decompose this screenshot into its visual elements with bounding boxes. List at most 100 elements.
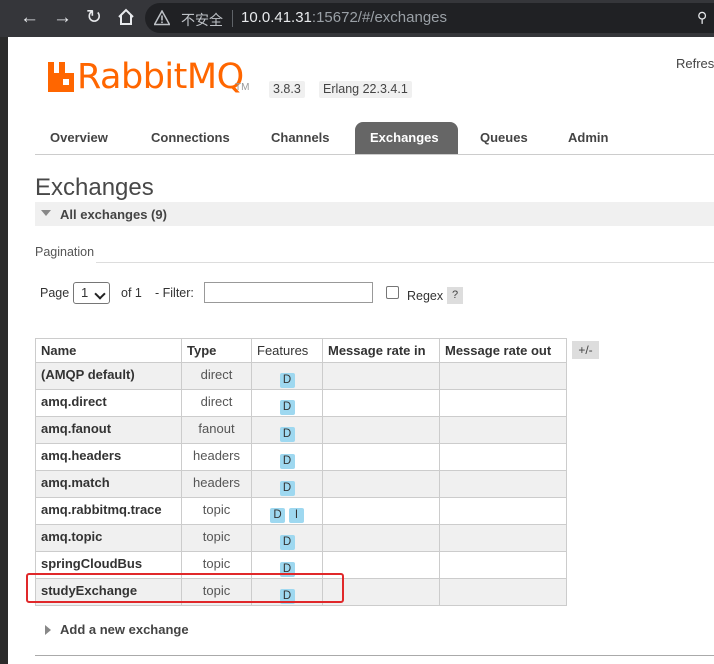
filter-label: - Filter: <box>155 286 194 300</box>
section-title: All exchanges (9) <box>60 207 167 222</box>
exchange-features: D <box>251 470 323 498</box>
exchange-features: D <box>251 362 323 390</box>
durable-badge[interactable]: D <box>279 535 295 550</box>
url-separator <box>232 10 233 27</box>
reload-icon[interactable]: ↻ <box>86 8 102 28</box>
exchange-name-link[interactable]: amq.headers <box>35 443 182 471</box>
tab-queues[interactable]: Queues <box>465 122 543 154</box>
browser-toolbar: ← → ↻ 不安全 10.0.41.31:15672/#/exchanges ⚲ <box>0 0 714 37</box>
internal-badge[interactable]: I <box>289 508 304 523</box>
main-nav-tabs: Overview Connections Channels Exchanges … <box>35 122 714 155</box>
column-header-rate-out[interactable]: Message rate out <box>439 338 567 363</box>
home-icon[interactable] <box>117 8 135 31</box>
rate-out-cell <box>439 389 567 417</box>
exchange-name-link[interactable]: (AMQP default) <box>35 362 182 390</box>
address-bar[interactable]: 不安全 10.0.41.31:15672/#/exchanges <box>145 3 714 33</box>
rate-out-cell <box>439 524 567 552</box>
rate-out-cell <box>439 497 567 525</box>
durable-badge[interactable]: D <box>279 373 295 388</box>
version-badge: 3.8.3 <box>269 81 305 98</box>
rate-out-cell <box>439 551 567 579</box>
exchange-type: direct <box>181 389 252 417</box>
tab-admin[interactable]: Admin <box>553 122 623 154</box>
rate-out-cell <box>439 443 567 471</box>
regex-checkbox[interactable] <box>386 286 399 299</box>
add-exchange-toggle[interactable]: Add a new exchange <box>60 622 189 637</box>
rate-out-cell <box>439 416 567 444</box>
durable-badge[interactable]: D <box>279 481 295 496</box>
table-row[interactable]: amq.topic topic D <box>35 524 567 552</box>
tab-exchanges[interactable]: Exchanges <box>355 122 458 154</box>
warning-icon[interactable] <box>154 10 170 26</box>
back-arrow-icon[interactable]: ← <box>20 8 39 28</box>
exchange-features: D <box>251 416 323 444</box>
durable-badge[interactable]: D <box>279 427 295 442</box>
erlang-version-badge: Erlang 22.3.4.1 <box>319 81 412 98</box>
column-toggle-button[interactable]: +/- <box>572 341 599 359</box>
exchange-name-link[interactable]: amq.match <box>35 470 182 498</box>
refresh-label[interactable]: Refres <box>676 56 714 71</box>
exchange-type: topic <box>181 497 252 525</box>
security-label: 不安全 <box>181 13 223 29</box>
tab-channels[interactable]: Channels <box>256 122 345 154</box>
column-header-name[interactable]: Name <box>35 338 182 363</box>
durable-badge[interactable]: D <box>270 508 285 523</box>
highlight-annotation <box>26 573 344 603</box>
url-path: :15672/#/exchanges <box>311 9 448 26</box>
rate-in-cell <box>322 470 440 498</box>
exchange-features: D <box>251 443 323 471</box>
rate-out-cell <box>439 362 567 390</box>
table-row[interactable]: amq.match headers D <box>35 470 567 498</box>
table-row[interactable]: amq.fanout fanout D <box>35 416 567 444</box>
rate-in-cell <box>322 389 440 417</box>
rate-out-cell <box>439 578 567 606</box>
collapse-caret-icon <box>41 210 51 216</box>
logo-text: RabbitMQ <box>77 57 244 97</box>
logo-trademark: TM <box>235 82 250 93</box>
exchange-type: headers <box>181 443 252 471</box>
expand-caret-icon[interactable] <box>45 625 51 635</box>
exchange-name-link[interactable]: amq.direct <box>35 389 182 417</box>
url-text[interactable]: 10.0.41.31:15672/#/exchanges <box>241 9 447 26</box>
rate-in-cell <box>322 497 440 525</box>
durable-badge[interactable]: D <box>279 400 295 415</box>
page-count-label: of 1 <box>121 286 142 300</box>
page-label: Page <box>40 286 70 300</box>
exchanges-table: Name Type Features Message rate in Messa… <box>35 338 567 606</box>
table-row[interactable]: (AMQP default) direct D <box>35 362 567 390</box>
table-row[interactable]: amq.headers headers D <box>35 443 567 471</box>
exchange-features: DI <box>251 497 323 525</box>
regex-help-button[interactable]: ? <box>447 287 463 304</box>
rate-in-cell <box>322 416 440 444</box>
exchange-name-link[interactable]: amq.fanout <box>35 416 182 444</box>
page-select-value: 1 <box>81 285 89 300</box>
rate-in-cell <box>322 524 440 552</box>
column-header-type[interactable]: Type <box>181 338 252 363</box>
pagination-divider <box>96 262 714 263</box>
table-row[interactable]: amq.rabbitmq.trace topic DI <box>35 497 567 525</box>
forward-arrow-icon[interactable]: → <box>53 8 72 28</box>
rate-in-cell <box>322 443 440 471</box>
exchange-name-link[interactable]: amq.topic <box>35 524 182 552</box>
rabbit-logo-icon <box>48 62 74 92</box>
column-header-rate-in[interactable]: Message rate in <box>322 338 440 363</box>
regex-label: Regex <box>407 289 444 303</box>
pagination-label: Pagination <box>35 245 95 259</box>
tab-overview[interactable]: Overview <box>35 122 123 154</box>
all-exchanges-section-header[interactable]: All exchanges (9) <box>35 202 714 226</box>
section-divider <box>35 655 714 656</box>
exchange-type: topic <box>181 524 252 552</box>
url-host: 10.0.41.31 <box>241 9 312 26</box>
durable-badge[interactable]: D <box>279 454 295 469</box>
rate-out-cell <box>439 470 567 498</box>
table-row[interactable]: amq.direct direct D <box>35 389 567 417</box>
rate-in-cell <box>322 362 440 390</box>
filter-input[interactable] <box>204 282 373 303</box>
page-select[interactable]: 1 <box>73 282 110 304</box>
key-icon[interactable]: ⚲ <box>697 9 707 26</box>
side-panel-strip <box>0 37 8 664</box>
tab-connections[interactable]: Connections <box>136 122 245 154</box>
exchange-features: D <box>251 389 323 417</box>
exchange-features: D <box>251 524 323 552</box>
exchange-name-link[interactable]: amq.rabbitmq.trace <box>35 497 182 525</box>
